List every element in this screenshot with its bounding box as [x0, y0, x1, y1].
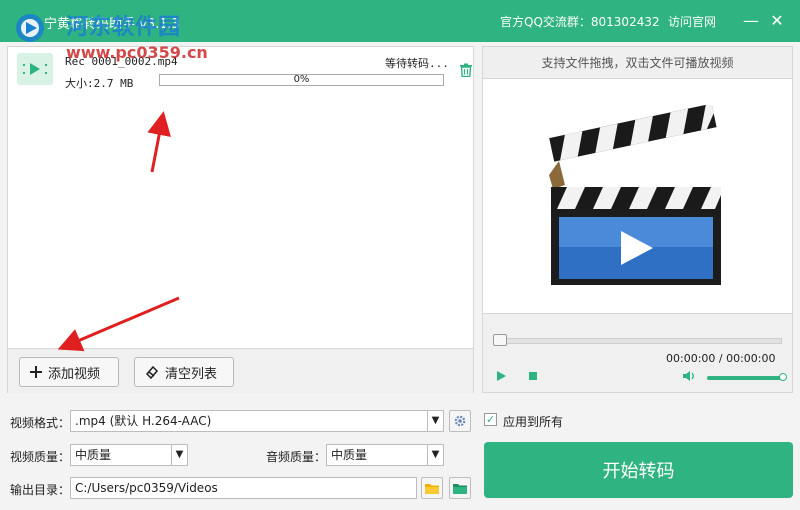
- video-quality-label: 视频质量：: [10, 450, 71, 464]
- format-settings-button[interactable]: [449, 410, 471, 432]
- app-title: 宁黄格转码助手 v3.1.3: [44, 17, 180, 32]
- video-quality-select[interactable]: 中质量 ▼: [70, 444, 188, 466]
- start-convert-button[interactable]: 开始转码: [484, 442, 793, 498]
- time-display: 00:00:00 / 00:00:00: [666, 352, 776, 365]
- audio-quality-select[interactable]: 中质量 ▼: [326, 444, 444, 466]
- chevron-down-icon: ▼: [171, 445, 187, 465]
- chevron-down-icon: ▼: [427, 445, 443, 465]
- minimize-icon: —: [743, 11, 759, 30]
- seek-bar[interactable]: [495, 338, 782, 344]
- clapperboard-icon: [549, 105, 721, 285]
- browse-folder-button[interactable]: [421, 477, 443, 499]
- preview-hint: 支持文件拖拽，双击文件可播放视频: [483, 47, 792, 79]
- play-icon[interactable]: [495, 370, 507, 382]
- start-convert-label: 开始转码: [602, 461, 675, 482]
- video-file-icon: [17, 53, 53, 85]
- apply-all-checkbox[interactable]: ✓: [484, 413, 497, 426]
- output-path-field[interactable]: C:/Users/pc0359/Videos: [70, 477, 417, 499]
- gear-icon: [454, 415, 466, 427]
- file-list-panel[interactable]: Rec 0001_0002.mp4 大小:2.7 MB 等待转码...: [7, 46, 474, 393]
- audio-quality-label: 音频质量：: [266, 450, 327, 464]
- folder-icon: [425, 483, 439, 494]
- progress-text: 0%: [293, 74, 310, 85]
- audio-quality-value: 中质量: [331, 448, 368, 462]
- file-list-toolbar: 添加视频 清空列表: [8, 348, 473, 393]
- file-name: Rec 0001_0002.mp4: [65, 55, 178, 68]
- file-list-item[interactable]: Rec 0001_0002.mp4 大小:2.7 MB 等待转码...: [8, 47, 473, 93]
- apply-all-label: 应用到所有: [503, 415, 564, 429]
- volume-handle[interactable]: [779, 373, 787, 381]
- add-video-button[interactable]: 添加视频: [19, 357, 119, 387]
- format-select[interactable]: .mp4 (默认 H.264-AAC) ▼: [70, 410, 444, 432]
- qq-group-text: 官方QQ交流群：801302432: [500, 15, 660, 29]
- eraser-icon: [145, 365, 159, 379]
- output-label: 输出目录：: [10, 483, 71, 497]
- seek-handle[interactable]: [493, 334, 507, 346]
- file-progress-bar: 0%: [159, 74, 444, 86]
- format-label: 视频格式：: [10, 416, 71, 430]
- open-folder-button[interactable]: [449, 477, 471, 499]
- file-size: 大小:2.7 MB: [65, 77, 134, 90]
- stop-icon[interactable]: [528, 371, 538, 381]
- minimize-button[interactable]: —: [738, 8, 764, 34]
- preview-panel[interactable]: 支持文件拖拽，双击文件可播放视频 00:00:00 / 00:00:00: [482, 46, 793, 393]
- player-controls: 00:00:00 / 00:00:00: [483, 313, 792, 392]
- close-icon: ✕: [770, 11, 784, 30]
- clear-list-label: 清空列表: [165, 366, 218, 382]
- plus-icon: [30, 366, 42, 378]
- format-value: .mp4 (默认 H.264-AAC): [75, 414, 212, 428]
- clear-list-button[interactable]: 清空列表: [134, 357, 234, 387]
- chevron-down-icon: ▼: [427, 411, 443, 431]
- close-button[interactable]: ✕: [764, 8, 790, 34]
- volume-slider[interactable]: [707, 376, 783, 380]
- output-path-value: C:/Users/pc0359/Videos: [75, 481, 218, 495]
- title-bar: 宁黄格转码助手 v3.1.3 河东软件园 官方QQ交流群：801302432 访…: [0, 0, 800, 42]
- open-folder-icon: [453, 483, 467, 494]
- file-status: 等待转码...: [385, 57, 449, 70]
- volume-icon[interactable]: [682, 370, 696, 382]
- visit-website-link[interactable]: 访问官网: [668, 13, 716, 30]
- checkmark-icon: ✓: [485, 413, 496, 426]
- video-quality-value: 中质量: [75, 448, 112, 462]
- add-video-label: 添加视频: [48, 366, 101, 382]
- trash-icon[interactable]: [459, 63, 473, 77]
